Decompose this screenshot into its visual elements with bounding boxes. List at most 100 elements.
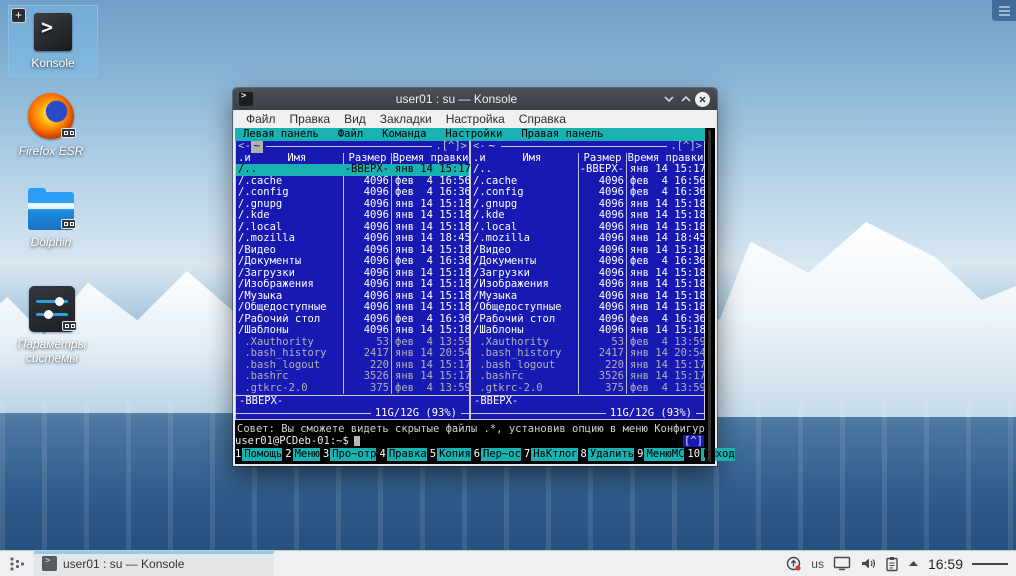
desktop-toolbox-button[interactable]: [992, 0, 1016, 21]
table-row[interactable]: .bash_history 2417 янв 14 20:54: [236, 347, 471, 360]
table-row[interactable]: /.. -ВВЕРХ- янв 14 15:17: [236, 163, 471, 176]
table-row[interactable]: .gtkrc-2.0 375 фев 4 13:59: [236, 382, 471, 394]
table-row[interactable]: /Общедоступные 4096 янв 14 15:18: [471, 301, 706, 314]
minimize-button[interactable]: [660, 91, 677, 108]
menu-bookmarks[interactable]: Закладки: [373, 112, 439, 126]
shell-prompt-line[interactable]: user01@PCDeb-01:~$ [^]: [235, 435, 705, 447]
konsole-icon: [34, 13, 72, 51]
tray-expander-icon[interactable]: [908, 560, 919, 567]
file-size: 4096: [578, 324, 626, 337]
table-row[interactable]: /.config 4096 фев 4 16:36: [471, 186, 706, 199]
scroll-up-badge[interactable]: [^]: [683, 435, 704, 447]
clipboard-icon[interactable]: [885, 556, 899, 572]
menu-help[interactable]: Справка: [512, 112, 573, 126]
file-name: /Загрузки: [238, 267, 295, 279]
panel-corner-marker[interactable]: .[^]>: [670, 140, 702, 153]
updates-icon[interactable]: [785, 555, 802, 572]
menu-file[interactable]: Файл: [239, 112, 283, 126]
file-mtime: фев 4 13:59: [391, 382, 471, 394]
menu-view[interactable]: Вид: [337, 112, 373, 126]
fkey-number: 6: [473, 447, 482, 461]
file-name: /Изображения: [473, 279, 549, 290]
fkey-button[interactable]: 5 Копия: [429, 448, 471, 461]
table-row[interactable]: /.config 4096 фев 4 16:36: [236, 186, 471, 199]
mc-menu-left-panel[interactable]: Левая панель: [243, 128, 319, 141]
fkey-button[interactable]: 2 Меню: [285, 448, 320, 461]
file-mtime: янв 14 15:18: [626, 278, 706, 291]
menu-edit[interactable]: Правка: [283, 112, 338, 126]
fkey-number: 8: [580, 447, 588, 461]
fkey-number: 3: [322, 447, 331, 461]
panel-path-bar[interactable]: <- ~ .[^]>: [471, 140, 704, 153]
table-row[interactable]: /.kde 4096 янв 14 15:18: [471, 209, 706, 222]
file-name: /.kde: [238, 210, 270, 221]
mc-menu-file[interactable]: Файл: [338, 128, 363, 141]
table-row[interactable]: /.kde 4096 янв 14 15:18: [236, 209, 471, 222]
window-titlebar[interactable]: user01 : su — Konsole: [233, 88, 717, 110]
table-row[interactable]: /.mozilla 4096 янв 14 18:45: [236, 232, 471, 245]
file-mtime: фев 4 13:59: [626, 382, 706, 394]
table-row[interactable]: /Изображения 4096 янв 14 15:18: [471, 278, 706, 291]
display-icon[interactable]: [833, 556, 851, 571]
link-emblem-icon: [61, 128, 76, 138]
history-arrows[interactable]: <-: [473, 140, 486, 153]
panel-corner-marker[interactable]: .[^]>: [435, 140, 467, 153]
scrollbar-thumb[interactable]: [708, 130, 711, 462]
maximize-button[interactable]: [677, 91, 694, 108]
file-name: .bashrc: [473, 371, 524, 382]
terminal-scrollbar[interactable]: [705, 128, 715, 464]
app-launcher-button[interactable]: [0, 551, 34, 576]
file-mtime: янв 14 15:17: [626, 163, 706, 176]
table-row[interactable]: /.. -ВВЕРХ- янв 14 15:17: [471, 163, 706, 176]
terminal-area[interactable]: Левая панель Файл Команда Настройки Прав…: [233, 128, 735, 466]
file-size: 4096: [578, 301, 626, 314]
panel-path-bar[interactable]: <- ~ .[^]>: [236, 140, 469, 153]
fkey-button[interactable]: 7 НвКтлог: [523, 448, 578, 461]
close-button[interactable]: [694, 91, 711, 108]
clock[interactable]: 16:59: [928, 556, 963, 572]
mc-menu-options[interactable]: Настройки: [445, 128, 502, 141]
fkey-button[interactable]: 6 Пер~ос: [473, 447, 521, 461]
table-row[interactable]: /.mozilla 4096 янв 14 18:45: [471, 232, 706, 245]
table-row[interactable]: .bashrc 3526 янв 14 15:17: [236, 370, 471, 383]
desktop-icon-dolphin[interactable]: Dolphin: [6, 188, 96, 249]
fkey-button[interactable]: 3 Про~отр: [322, 447, 377, 461]
table-row[interactable]: /Шаблоны 4096 янв 14 15:18: [236, 324, 471, 337]
table-row[interactable]: /Общедоступные 4096 янв 14 15:18: [236, 301, 471, 314]
fkey-button[interactable]: 4 Правка: [379, 448, 427, 461]
header-name[interactable]: Имя: [251, 152, 343, 165]
desktop-icon-system-settings[interactable]: Параметры системы: [6, 286, 98, 365]
table-row[interactable]: /Документы 4096 фев 4 16:36: [236, 255, 471, 268]
table-row[interactable]: /Документы 4096 фев 4 16:36: [471, 255, 706, 268]
table-row[interactable]: /Шаблоны 4096 янв 14 15:18: [471, 324, 706, 337]
keyboard-layout-indicator[interactable]: us: [811, 557, 824, 571]
history-arrows[interactable]: <-: [238, 140, 251, 153]
taskbar-task-konsole[interactable]: user01 : su — Konsole: [34, 551, 274, 576]
menu-settings[interactable]: Настройка: [439, 112, 512, 126]
file-name: /.cache: [238, 175, 283, 187]
desktop-icon-firefox[interactable]: Firefox ESR: [6, 93, 96, 158]
mc-menu-command[interactable]: Команда: [382, 128, 426, 141]
sort-indicator[interactable]: .и: [238, 152, 251, 165]
desktop-icon-konsole[interactable]: + Konsole: [8, 5, 98, 77]
mc-menu-right-panel[interactable]: Правая панель: [521, 128, 603, 141]
table-row[interactable]: .gtkrc-2.0 375 фев 4 13:59: [471, 382, 706, 394]
table-row[interactable]: /Изображения 4096 янв 14 15:18: [236, 278, 471, 291]
fkey-button[interactable]: 8 Удалить: [580, 447, 635, 461]
file-size: 4096: [343, 255, 391, 268]
fkey-label: Удалить: [587, 448, 635, 461]
table-row[interactable]: .bashrc 3526 янв 14 15:17: [471, 370, 706, 383]
panel-settings-icon[interactable]: [972, 561, 1008, 567]
fkey-button[interactable]: 1 Помощь: [235, 448, 283, 461]
table-row[interactable]: .bash_history 2417 янв 14 20:54: [471, 347, 706, 360]
file-list: /.. -ВВЕРХ- янв 14 15:17 /.cache 4096 фе…: [236, 163, 471, 394]
file-name: .gtkrc-2.0: [473, 382, 543, 394]
konsole-icon: [42, 556, 57, 571]
volume-icon[interactable]: [860, 556, 876, 571]
fkey-button[interactable]: 9 МенюМС: [637, 448, 685, 461]
launcher-icon: [9, 557, 24, 571]
file-size: 2417: [578, 347, 626, 360]
file-mtime: янв 14 15:17: [395, 163, 471, 175]
header-name[interactable]: Имя: [486, 152, 578, 165]
sort-indicator[interactable]: .и: [473, 152, 486, 165]
